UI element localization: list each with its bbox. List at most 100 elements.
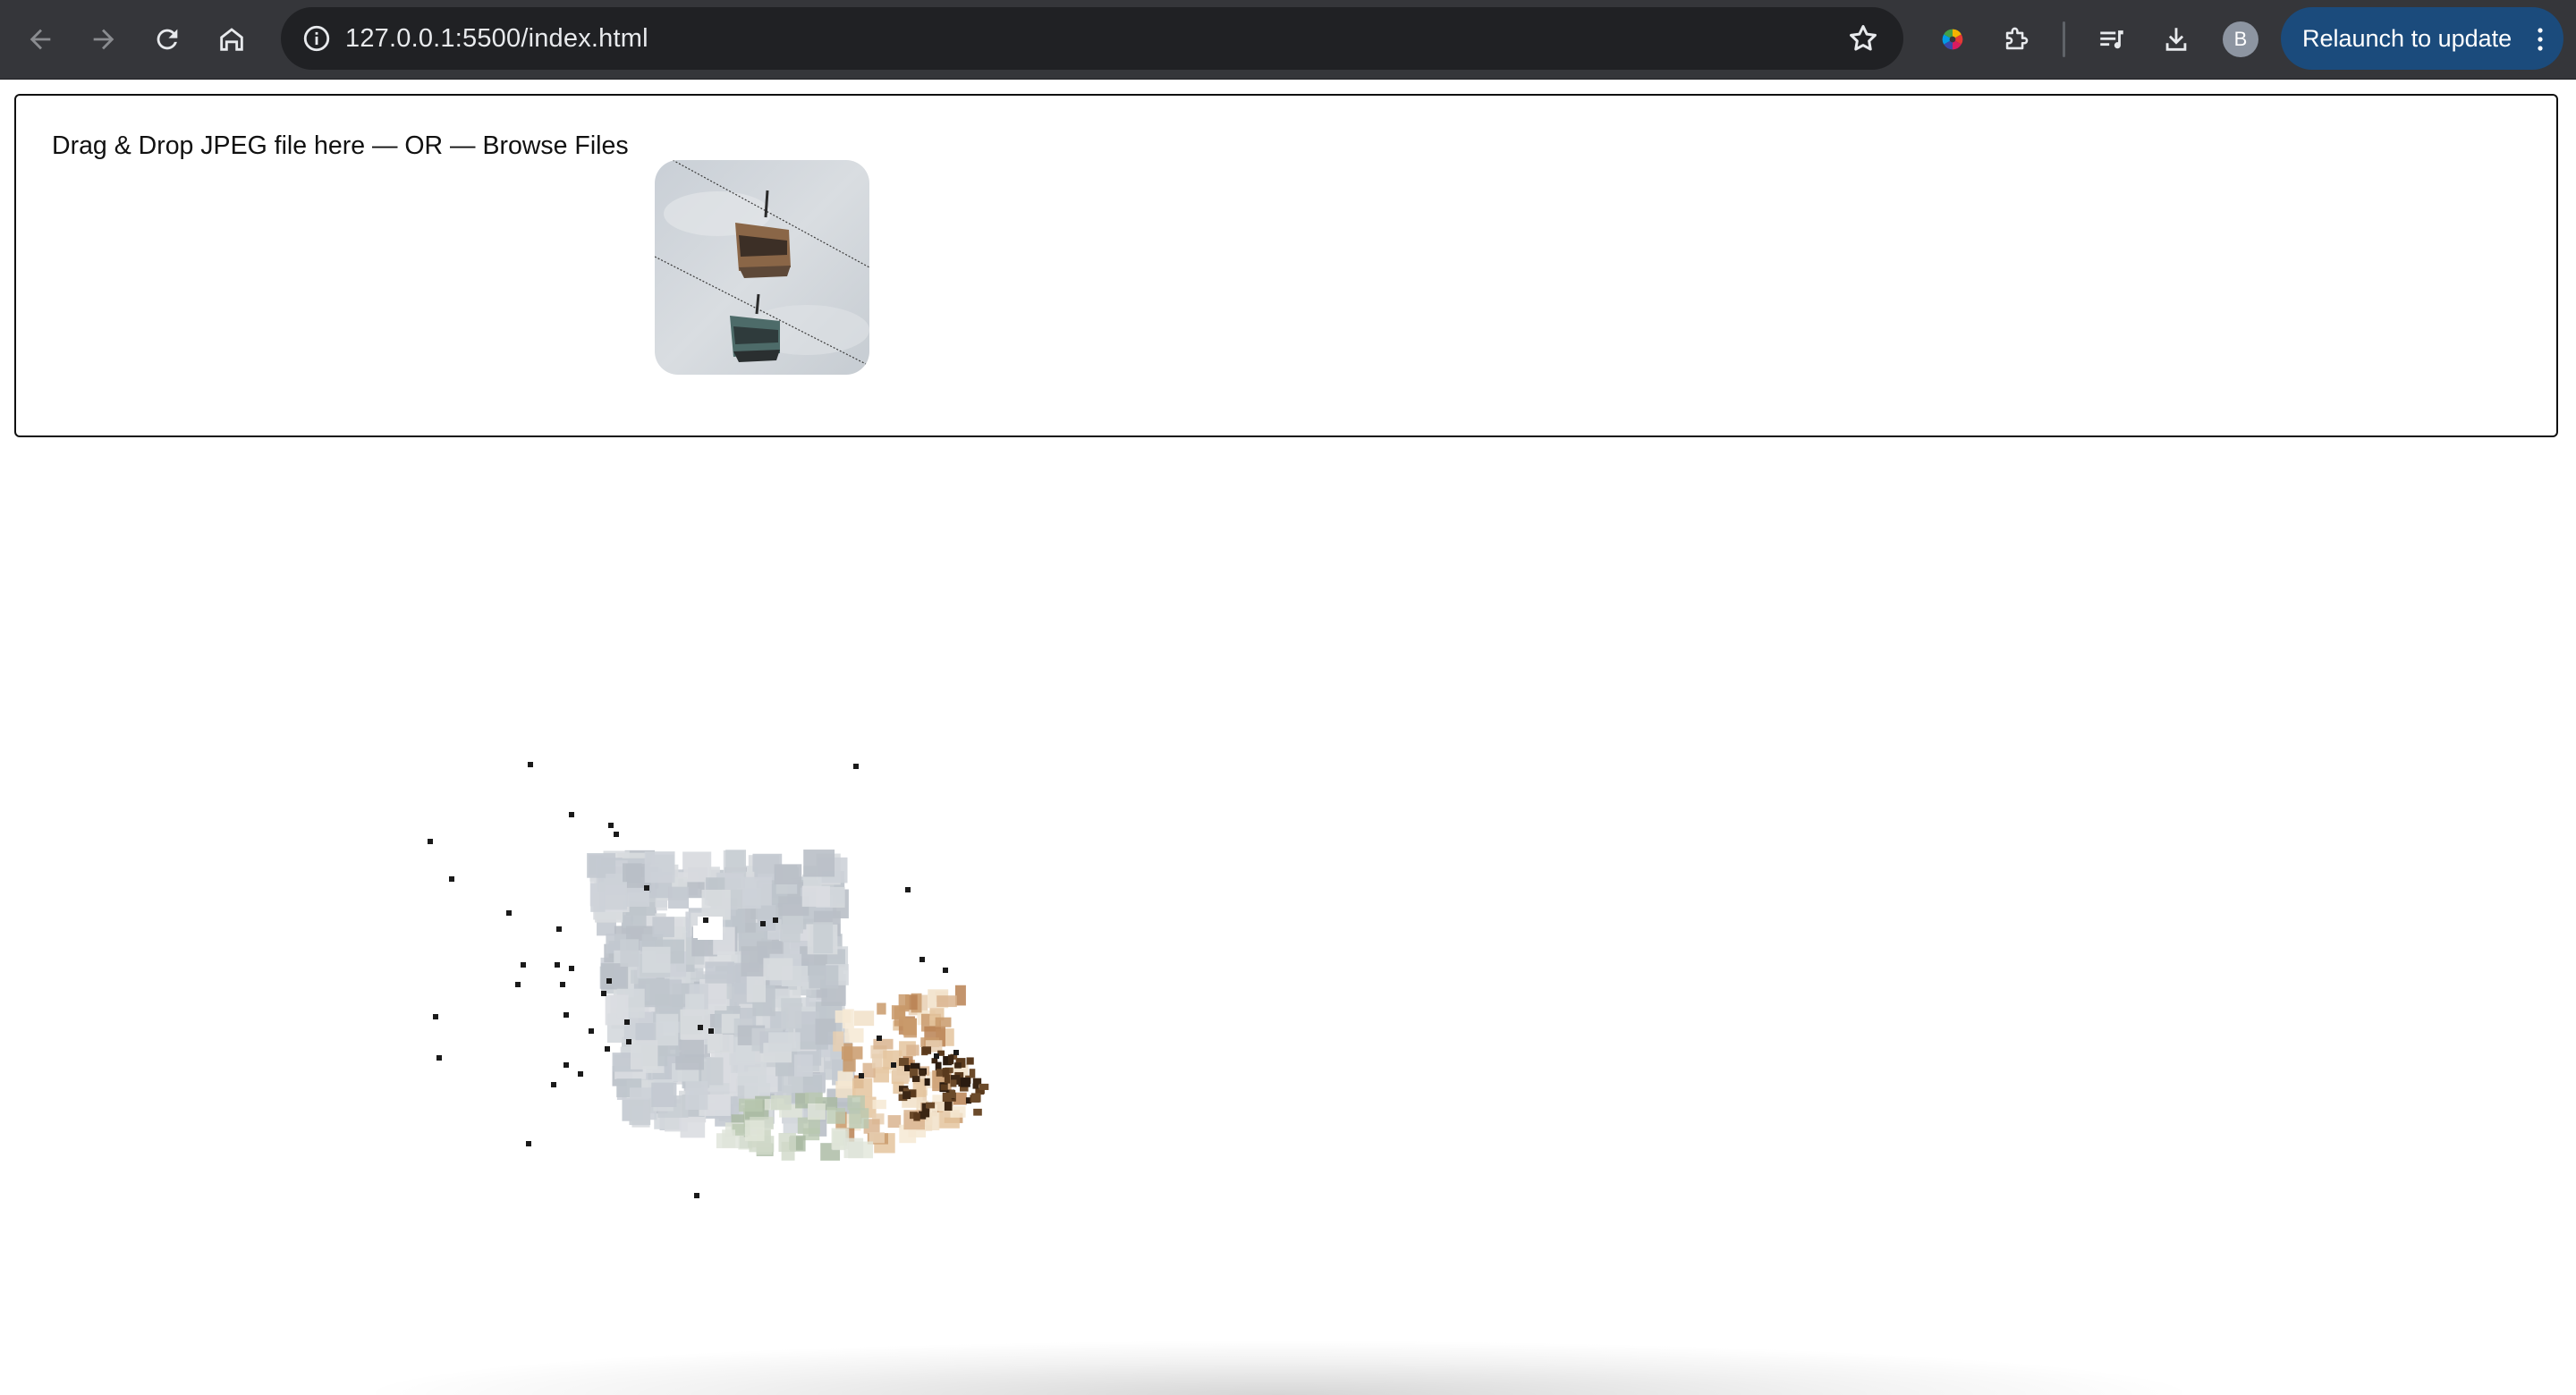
point-cloud-sample (793, 1054, 813, 1077)
point-cloud-sample (944, 1101, 953, 1112)
forward-arrow-icon (93, 29, 114, 50)
point-cloud-sample (707, 1034, 733, 1053)
point-cloud-sample (877, 1002, 886, 1015)
point-cloud-sample (436, 1055, 442, 1061)
relaunch-to-update-button[interactable]: Relaunch to update (2281, 7, 2563, 70)
point-cloud-sample (685, 1081, 708, 1111)
point-cloud-sample (826, 1108, 845, 1124)
point-cloud-sample (936, 995, 957, 1008)
point-cloud-sample (651, 1082, 677, 1107)
point-cloud-sample (949, 1089, 956, 1099)
point-cloud-sample (950, 1105, 966, 1118)
point-cloud-sample (972, 1083, 979, 1089)
point-cloud-sample (943, 968, 948, 973)
browser-toolbar: 127.0.0.1:5500/index.html B Relaunch to … (0, 0, 2576, 80)
point-cloud-sample (630, 1040, 658, 1070)
point-cloud-sample (599, 882, 628, 910)
point-cloud-sample (652, 917, 674, 937)
color-extension-button[interactable] (1930, 17, 1975, 62)
site-info-icon (303, 25, 330, 52)
point-cloud-sample (902, 1091, 911, 1100)
point-cloud-sample (746, 971, 767, 1002)
point-cloud-sample (428, 839, 433, 844)
point-cloud-sample (551, 1082, 556, 1087)
point-cloud-sample (600, 963, 629, 990)
point-cloud-sample (675, 1039, 704, 1070)
point-cloud-sample (841, 1046, 863, 1060)
point-cloud-sample (605, 1046, 610, 1052)
profile-avatar[interactable]: B (2223, 21, 2258, 57)
point-cloud-sample (942, 1068, 950, 1078)
point-cloud-sample (781, 998, 802, 1029)
point-cloud-sample (813, 922, 834, 954)
point-cloud-sample (835, 1010, 852, 1023)
point-cloud-sample (906, 1044, 919, 1056)
point-cloud-sample (877, 1036, 882, 1041)
point-cloud-sample (624, 1019, 630, 1025)
point-cloud-sample (614, 832, 619, 837)
bookmark-star-icon[interactable] (1846, 21, 1880, 55)
point-cloud-sample (911, 1076, 920, 1082)
point-cloud-sample (936, 1069, 943, 1077)
forward-button[interactable] (81, 17, 126, 62)
point-cloud-sample (629, 1099, 651, 1126)
back-button[interactable] (18, 17, 63, 62)
point-cloud-sample (708, 1028, 714, 1034)
point-cloud-sample (809, 965, 839, 989)
reload-button[interactable] (145, 17, 190, 62)
point-cloud-sample (947, 1054, 954, 1065)
file-drop-zone[interactable]: Drag & Drop JPEG file here — OR — Browse… (14, 94, 2558, 437)
point-cloud-sample (701, 889, 731, 920)
point-cloud-sample (924, 1078, 930, 1086)
point-cloud-sample (873, 1038, 894, 1050)
point-cloud-sample (608, 823, 614, 828)
download-icon (2165, 28, 2187, 51)
point-cloud-sample (843, 1059, 856, 1072)
home-button[interactable] (209, 17, 254, 62)
point-cloud-sample (910, 1062, 920, 1070)
point-cloud-sample (902, 1018, 917, 1036)
point-cloud-sample (569, 966, 574, 971)
point-cloud-sample (934, 1053, 939, 1059)
site-info-button[interactable] (295, 17, 338, 60)
point-cloud-sample (644, 885, 649, 891)
point-cloud-sample (771, 1095, 792, 1111)
extensions-button[interactable] (1994, 17, 2038, 62)
point-cloud-sample (919, 957, 925, 962)
point-cloud-sample (506, 910, 512, 916)
image-preview-thumbnail (655, 160, 869, 375)
toolbar-separator (2063, 21, 2065, 57)
point-cloud-sample (905, 887, 911, 892)
kebab-menu-icon[interactable] (2537, 27, 2544, 52)
back-arrow-icon (30, 29, 51, 50)
url-text[interactable]: 127.0.0.1:5500/index.html (345, 7, 648, 70)
point-cloud-sample (738, 1098, 763, 1112)
point-cloud-sample (921, 1108, 930, 1118)
point-cloud-sample (768, 1032, 801, 1052)
address-bar[interactable]: 127.0.0.1:5500/index.html (281, 7, 1903, 70)
point-cloud-sample (698, 1025, 703, 1030)
point-cloud-sample (521, 962, 526, 968)
downloads-button[interactable] (2154, 17, 2199, 62)
point-cloud-sample (815, 1019, 836, 1045)
point-cloud-sample (644, 851, 675, 884)
point-cloud-sample (891, 1005, 905, 1019)
extensions-puzzle-icon (2005, 27, 2029, 50)
point-cloud-sample (760, 921, 766, 926)
point-cloud-sample (805, 1092, 823, 1104)
media-queue-icon (2100, 30, 2123, 49)
point-cloud-sample (625, 887, 650, 907)
point-cloud-sample (853, 764, 859, 769)
point-cloud-sample (808, 1103, 826, 1120)
point-cloud-sample (966, 1057, 974, 1065)
media-queue-button[interactable] (2089, 17, 2134, 62)
point-cloud-sample (859, 1073, 864, 1078)
drop-zone-instructions[interactable]: Drag & Drop JPEG file here — OR — Browse… (52, 131, 629, 161)
point-cloud-sample (433, 1014, 438, 1019)
point-cloud-sample (843, 1137, 864, 1159)
point-cloud-sample (641, 946, 671, 973)
point-cloud-sample (668, 886, 690, 909)
point-cloud-sample (569, 812, 574, 817)
point-cloud-sample (515, 982, 521, 987)
pixel-point-cloud-canvas[interactable] (394, 751, 1055, 1216)
